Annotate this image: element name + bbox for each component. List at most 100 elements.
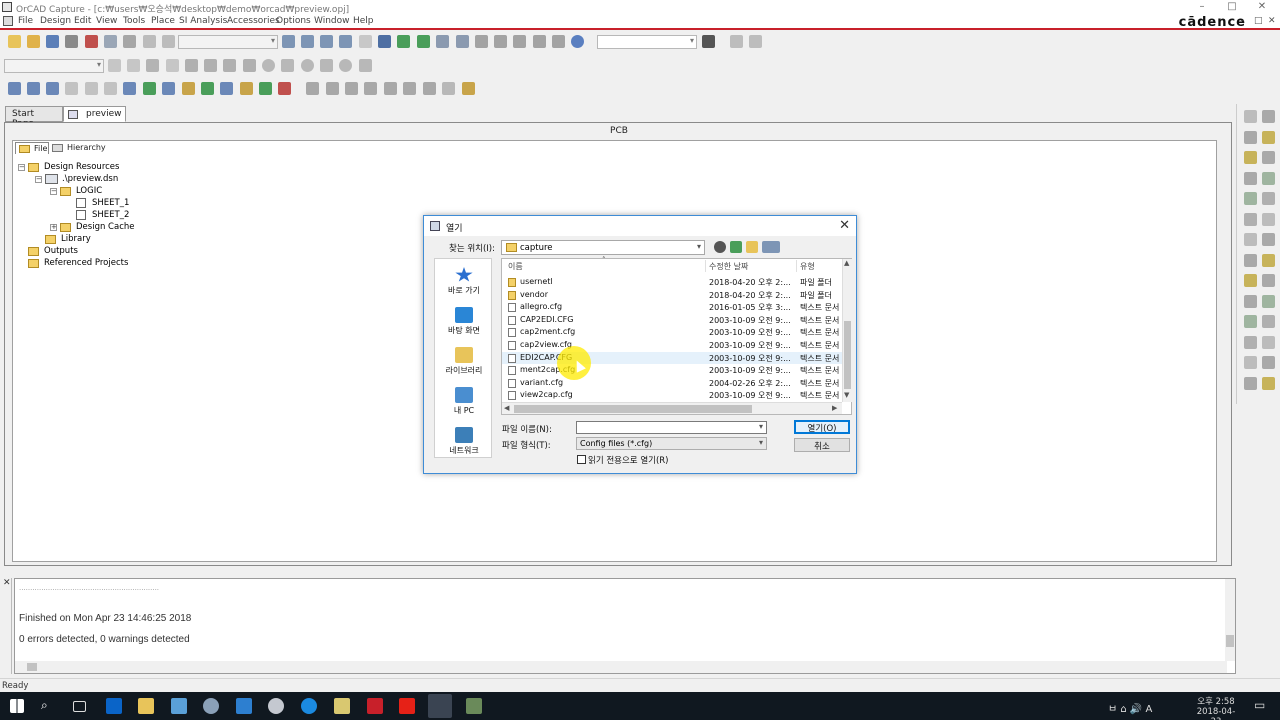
- zoom-all-icon[interactable]: [339, 35, 352, 48]
- tree-tab-hierarchy[interactable]: Hierarchy: [49, 142, 106, 154]
- palette-tool-icon[interactable]: [1262, 110, 1275, 123]
- menu-design[interactable]: Design: [40, 16, 71, 26]
- window-title-bar[interactable]: OrCAD Capture - [c:₩users₩오승석₩desktop₩de…: [0, 0, 1280, 15]
- copy-icon[interactable]: [104, 35, 117, 48]
- maximize-button[interactable]: □: [1222, 1, 1242, 12]
- align-icon-5[interactable]: [85, 82, 98, 95]
- file-row[interactable]: cap2ment.cfg 2003-10-09 오전 9:... 텍스트 문서: [502, 326, 842, 339]
- tree-item[interactable]: Referenced Projects: [18, 258, 318, 270]
- place-network[interactable]: 네트워크: [435, 423, 493, 463]
- align-icon-13[interactable]: [240, 82, 253, 95]
- cancel-button[interactable]: 취소: [794, 438, 850, 452]
- board-icon[interactable]: [533, 35, 546, 48]
- align-bottom-icon[interactable]: [403, 82, 416, 95]
- tool-icon-7[interactable]: [223, 59, 236, 72]
- open-icon[interactable]: [27, 35, 40, 48]
- align-top-icon[interactable]: [364, 82, 377, 95]
- app-icon-window[interactable]: [236, 698, 252, 714]
- cross-ref-icon[interactable]: [456, 35, 469, 48]
- palette-tool-icon[interactable]: [1244, 171, 1257, 185]
- recent-commands-combo[interactable]: ▾: [178, 35, 278, 49]
- youtube-icon[interactable]: [399, 698, 415, 714]
- view-menu-icon[interactable]: [762, 241, 780, 253]
- align-icon-8[interactable]: [143, 82, 156, 95]
- file-row[interactable]: variant.cfg 2004-02-26 오후 2:... 텍스트 문서: [502, 377, 842, 390]
- back-icon[interactable]: [730, 35, 743, 48]
- palette-tool-icon[interactable]: [1244, 110, 1257, 123]
- align-icon-2[interactable]: [27, 82, 40, 95]
- readonly-label[interactable]: 읽기 전용으로 열기(R): [588, 454, 669, 466]
- zoom-out-icon[interactable]: [301, 35, 314, 48]
- undo-icon[interactable]: [143, 35, 156, 48]
- help-icon[interactable]: [571, 35, 584, 48]
- print-icon[interactable]: [65, 35, 78, 48]
- file-list-horizontal-scrollbar[interactable]: ◀ ▶: [502, 402, 842, 414]
- tree-item[interactable]: − LOGIC: [50, 186, 350, 198]
- close-window-button[interactable]: ✕: [1252, 1, 1272, 12]
- log-horizontal-scrollbar[interactable]: [15, 661, 1227, 673]
- cut-icon[interactable]: [85, 35, 98, 48]
- tree-item[interactable]: SHEET_2: [66, 210, 366, 222]
- file-list[interactable]: 이름 ˄ 수정한 날짜 유형 usernetl 2018-04-20 오후 2:.…: [501, 256, 852, 415]
- place-this-pc[interactable]: 내 PC: [435, 383, 493, 423]
- palette-tool-icon[interactable]: [1244, 233, 1257, 246]
- tool-icon-2[interactable]: [127, 59, 140, 72]
- menu-edit[interactable]: Edit: [74, 16, 91, 26]
- file-row[interactable]: view2cap.cfg 2003-10-09 오전 9:... 텍스트 문서: [502, 389, 842, 402]
- bandicam-icon[interactable]: [367, 698, 383, 714]
- drc-icon[interactable]: [397, 35, 410, 48]
- search-icon[interactable]: ⌕: [41, 698, 57, 714]
- notification-icon[interactable]: ▭: [1254, 698, 1265, 712]
- menu-file[interactable]: File: [18, 16, 33, 26]
- align-icon-12[interactable]: [220, 82, 233, 95]
- redo-icon[interactable]: [162, 35, 175, 48]
- file-row[interactable]: allegro.cfg 2016-01-05 오후 3:... 텍스트 문서: [502, 301, 842, 314]
- palette-tool-icon[interactable]: [1262, 171, 1275, 185]
- grid-icon[interactable]: [442, 82, 455, 95]
- align-icon-3[interactable]: [46, 82, 59, 95]
- back-icon[interactable]: [714, 241, 726, 253]
- align-left-icon[interactable]: [306, 82, 319, 95]
- align-center-icon[interactable]: [326, 82, 339, 95]
- file-row[interactable]: cap2view.cfg 2003-10-09 오전 9:... 텍스트 문서: [502, 339, 842, 352]
- palette-tool-icon[interactable]: [1262, 356, 1275, 369]
- tool-icon-4[interactable]: [166, 59, 179, 72]
- palette-tool-icon[interactable]: [1244, 294, 1257, 308]
- app-icon-pcb[interactable]: [466, 698, 482, 714]
- palette-tool-icon[interactable]: [1244, 335, 1257, 349]
- clock-time[interactable]: 오후 2:58: [1196, 695, 1236, 707]
- menu-view[interactable]: View: [96, 16, 117, 26]
- palette-tool-icon[interactable]: [1262, 151, 1275, 164]
- tree-item[interactable]: + Design Cache: [50, 222, 350, 234]
- palette-tool-icon[interactable]: [1244, 151, 1257, 164]
- palette-tool-icon[interactable]: [1262, 315, 1275, 328]
- align-icon-1[interactable]: [8, 82, 21, 95]
- align-icon-15[interactable]: [278, 82, 291, 95]
- tool-icon-13[interactable]: [339, 59, 352, 72]
- tool-icon-6[interactable]: [204, 59, 217, 72]
- align-icon-14[interactable]: [259, 82, 272, 95]
- app-icon[interactable]: [2, 2, 12, 12]
- chevron-down-icon[interactable]: ▾: [759, 422, 763, 431]
- scroll-thumb[interactable]: [514, 405, 752, 413]
- tool-icon-10[interactable]: [281, 59, 294, 72]
- align-icon-7[interactable]: [123, 82, 136, 95]
- bom-icon[interactable]: [436, 35, 449, 48]
- file-row[interactable]: usernetl 2018-04-20 오후 2:... 파일 폴더: [502, 276, 842, 289]
- tool-icon-8[interactable]: [243, 59, 256, 72]
- up-folder-icon[interactable]: [730, 241, 742, 253]
- palette-tool-icon[interactable]: [1262, 192, 1275, 205]
- orcad-capture-taskbar-button[interactable]: [428, 694, 452, 718]
- menu-window[interactable]: Window: [314, 16, 350, 26]
- palette-tool-icon[interactable]: [1244, 130, 1257, 144]
- filetype-select[interactable]: Config files (*.cfg) ▾: [576, 437, 767, 450]
- tool-icon-3[interactable]: [146, 59, 159, 72]
- mdi-close-button[interactable]: ✕: [1268, 16, 1276, 26]
- scroll-thumb[interactable]: [844, 321, 851, 389]
- dialog-close-icon[interactable]: ✕: [839, 218, 850, 233]
- palette-tool-icon[interactable]: [1244, 356, 1257, 369]
- tree-item[interactable]: Library: [35, 234, 335, 246]
- menu-si-analysis[interactable]: SI Analysis: [179, 16, 227, 26]
- notepad-icon[interactable]: [334, 698, 350, 714]
- filename-input[interactable]: ▾: [576, 421, 767, 434]
